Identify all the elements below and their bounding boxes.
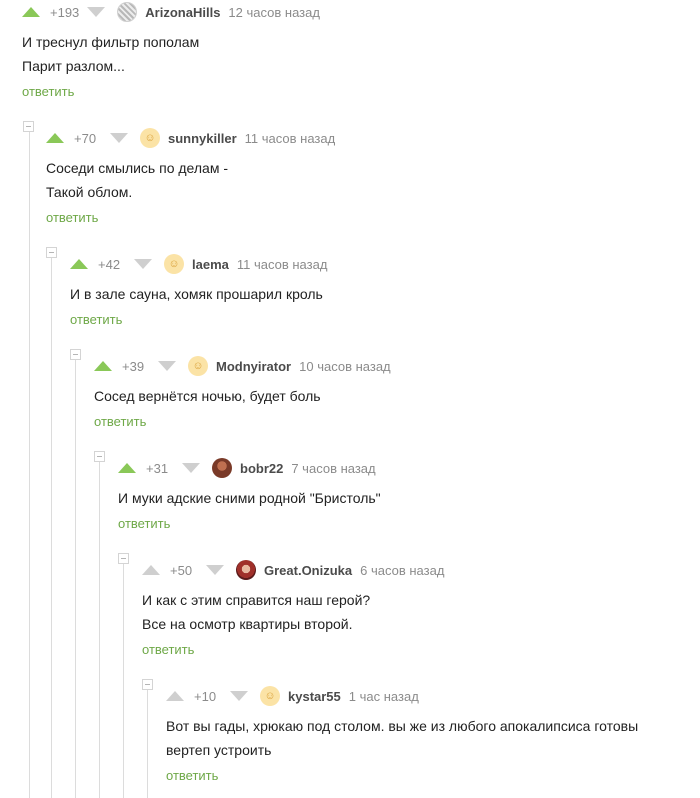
- avatar[interactable]: ☺: [140, 128, 160, 148]
- comment-text-line: И как с этим справится наш герой?: [142, 592, 371, 608]
- comment-rating: +193: [50, 4, 80, 20]
- comment-text-line: вертеп устроить: [166, 742, 272, 758]
- comment-time: 11 часов назад: [236, 256, 328, 272]
- comment-text-line: Сосед вернётся ночью, будет боль: [94, 388, 321, 404]
- comment-rating: +42: [98, 256, 121, 272]
- avatar[interactable]: [117, 2, 138, 22]
- avatar[interactable]: [236, 560, 256, 580]
- upvote-icon[interactable]: [94, 361, 112, 371]
- downvote-icon[interactable]: [87, 7, 106, 17]
- comment-text-line: И треснул фильтр пополам: [22, 34, 200, 50]
- reply-link[interactable]: ответить: [118, 516, 170, 531]
- comment-text-line: И муки адские сними родной "Бристоль": [118, 490, 381, 506]
- comment-header: +193 ArizonaHills 12 часов назад: [22, 0, 320, 24]
- avatar[interactable]: [212, 458, 232, 478]
- comment-text-line: Соседи смылись по делам -: [46, 160, 228, 176]
- collapse-button[interactable]: [70, 349, 81, 360]
- reply-link[interactable]: ответить: [46, 210, 98, 225]
- avatar[interactable]: ☺: [188, 356, 208, 376]
- downvote-icon[interactable]: [230, 691, 248, 701]
- comment-header: +70 ☺ sunnykiller 11 часов назад: [46, 126, 335, 150]
- collapse-button[interactable]: [142, 679, 153, 690]
- thread-line: [29, 132, 30, 798]
- thread-line: [123, 564, 124, 798]
- comment-author[interactable]: Modnyirator: [216, 359, 291, 374]
- comment-header: +39 ☺ Modnyirator 10 часов назад: [94, 354, 391, 378]
- comment-text-line: Парит разлом...: [22, 58, 125, 74]
- collapse-button[interactable]: [118, 553, 129, 564]
- comment-author[interactable]: ArizonaHills: [145, 5, 220, 20]
- downvote-icon[interactable]: [182, 463, 200, 473]
- comments-thread: { "comments": [ { "rating": "+193", "aut…: [0, 0, 700, 798]
- comment-time: 1 час назад: [348, 688, 419, 704]
- reply-link[interactable]: ответить: [22, 84, 74, 99]
- comment-rating: +31: [146, 460, 169, 476]
- reply-link[interactable]: ответить: [166, 768, 218, 783]
- comment-time: 12 часов назад: [228, 4, 320, 20]
- comment-author[interactable]: sunnykiller: [168, 131, 237, 146]
- comment-text-line: И в зале сауна, хомяк прошарил кроль: [70, 286, 323, 302]
- comment-text-line: Такой облом.: [46, 184, 133, 200]
- comment-header: +50 Great.Onizuka 6 часов назад: [142, 558, 444, 582]
- comment-author[interactable]: bobr22: [240, 461, 283, 476]
- upvote-icon[interactable]: [118, 463, 136, 473]
- comment-time: 11 часов назад: [244, 130, 336, 146]
- collapse-button[interactable]: [23, 121, 34, 132]
- comment-text-line: Все на осмотр квартиры второй.: [142, 616, 353, 632]
- downvote-icon[interactable]: [206, 565, 224, 575]
- downvote-icon[interactable]: [110, 133, 128, 143]
- comment-author[interactable]: laema: [192, 257, 229, 272]
- comment-header: +10 ☺ kystar55 1 час назад: [166, 684, 419, 708]
- reply-link[interactable]: ответить: [142, 642, 194, 657]
- collapse-button[interactable]: [94, 451, 105, 462]
- comment-rating: +10: [194, 688, 217, 704]
- downvote-icon[interactable]: [158, 361, 176, 371]
- comment-author[interactable]: Great.Onizuka: [264, 563, 352, 578]
- comment-time: 7 часов назад: [291, 460, 376, 476]
- thread-line: [147, 690, 148, 798]
- comment-text-line: Вот вы гады, хрюкаю под столом. вы же из…: [166, 718, 639, 734]
- comment-rating: +50: [170, 562, 193, 578]
- avatar[interactable]: ☺: [164, 254, 184, 274]
- comment-time: 10 часов назад: [299, 358, 391, 374]
- comment-rating: +70: [74, 130, 97, 146]
- upvote-icon[interactable]: [46, 133, 64, 143]
- downvote-icon[interactable]: [134, 259, 152, 269]
- upvote-icon[interactable]: [22, 7, 40, 17]
- comment-header: +31 bobr22 7 часов назад: [118, 456, 376, 480]
- reply-link[interactable]: ответить: [70, 312, 122, 327]
- comment-header: +42 ☺ laema 11 часов назад: [70, 252, 327, 276]
- comment-rating: +39: [122, 358, 145, 374]
- upvote-icon[interactable]: [70, 259, 88, 269]
- reply-link[interactable]: ответить: [94, 414, 146, 429]
- collapse-button[interactable]: [46, 247, 57, 258]
- thread-line: [75, 360, 76, 798]
- thread-line: [51, 258, 52, 798]
- avatar[interactable]: ☺: [260, 686, 280, 706]
- comment-time: 6 часов назад: [360, 562, 445, 578]
- upvote-icon[interactable]: [166, 691, 184, 701]
- upvote-icon[interactable]: [142, 565, 160, 575]
- thread-line: [99, 462, 100, 798]
- comment-author[interactable]: kystar55: [288, 689, 341, 704]
